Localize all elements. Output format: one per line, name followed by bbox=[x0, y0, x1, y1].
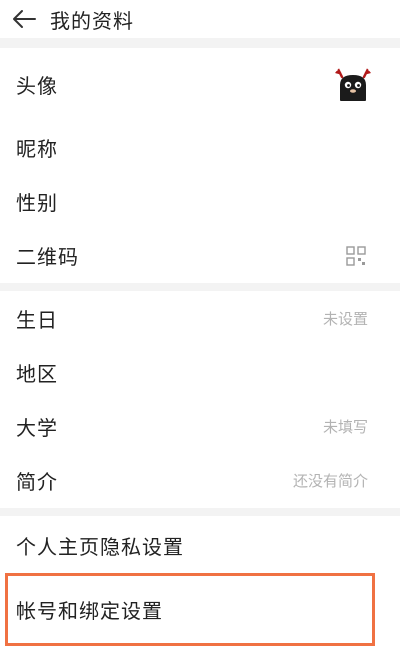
avatar-row[interactable]: 头像 bbox=[0, 48, 400, 120]
qrcode-label: 二维码 bbox=[16, 245, 79, 269]
highlight-box bbox=[5, 573, 375, 646]
university-label: 大学 bbox=[16, 415, 58, 440]
bio-row[interactable]: 简介 还没有简介 bbox=[0, 453, 400, 508]
nickname-label: 昵称 bbox=[16, 136, 58, 161]
bio-label: 简介 bbox=[16, 470, 58, 494]
region-row[interactable]: 地区 bbox=[0, 345, 400, 399]
privacy-settings-label: 个人主页隐私设置 bbox=[16, 534, 184, 559]
gender-label: 性别 bbox=[16, 190, 58, 215]
birthday-label: 生日 bbox=[16, 307, 58, 332]
privacy-settings-row[interactable]: 个人主页隐私设置 bbox=[0, 516, 400, 574]
top-bar: 我的资料 bbox=[0, 0, 400, 38]
birthday-row[interactable]: 生日 未设置 bbox=[0, 291, 400, 345]
qr-code-icon bbox=[346, 245, 366, 266]
birthday-value: 未设置 bbox=[322, 309, 368, 328]
gender-row[interactable]: 性别 bbox=[0, 174, 400, 228]
avatar-label: 头像 bbox=[16, 73, 58, 98]
nickname-row[interactable]: 昵称 bbox=[0, 120, 400, 174]
arrow-left-icon bbox=[13, 10, 36, 28]
qrcode-row[interactable]: 二维码 bbox=[0, 228, 400, 283]
region-label: 地区 bbox=[16, 361, 58, 386]
university-row[interactable]: 大学 未填写 bbox=[0, 399, 400, 453]
university-value: 未填写 bbox=[322, 417, 368, 436]
back-button[interactable] bbox=[4, 0, 44, 38]
page-title: 我的资料 bbox=[50, 8, 134, 33]
avatar[interactable] bbox=[332, 63, 374, 105]
bio-value: 还没有简介 bbox=[292, 472, 368, 490]
